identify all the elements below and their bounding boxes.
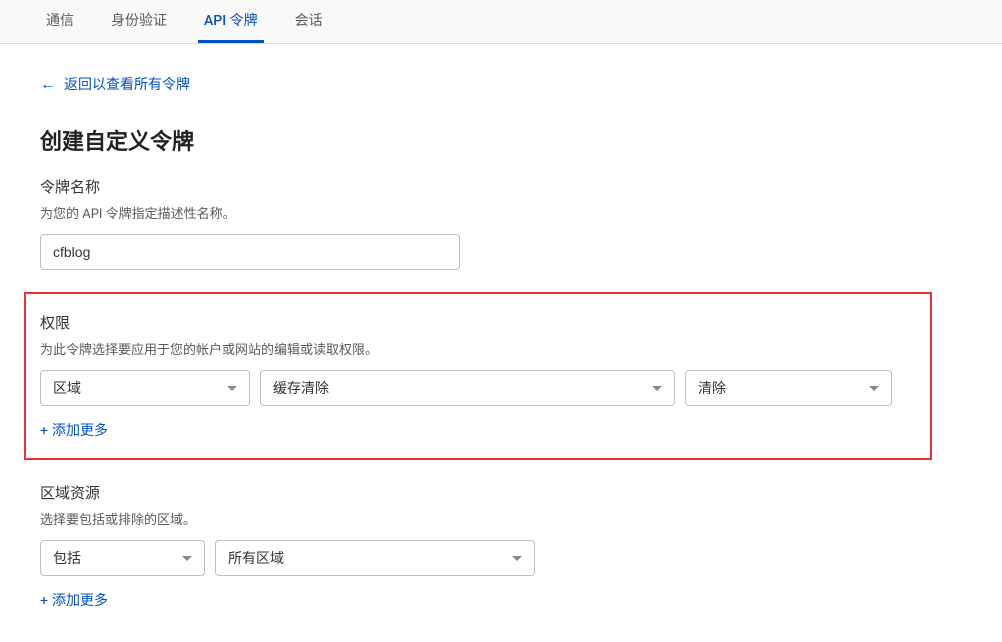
permissions-desc: 为此令牌选择要应用于您的帐户或网站的编辑或读取权限。 <box>40 339 916 358</box>
permissions-type-value: 缓存清除 <box>273 378 329 398</box>
chevron-down-icon <box>512 556 522 561</box>
tab-communication[interactable]: 通信 <box>40 0 80 43</box>
token-name-input[interactable] <box>40 234 460 270</box>
chevron-down-icon <box>869 386 879 391</box>
plus-icon: + <box>40 423 48 439</box>
permissions-level-value: 清除 <box>698 378 726 398</box>
tab-identity[interactable]: 身份验证 <box>105 0 173 43</box>
chevron-down-icon <box>227 386 237 391</box>
zone-resources-desc: 选择要包括或排除的区域。 <box>40 509 962 528</box>
permissions-row: 区域 缓存清除 清除 <box>40 370 916 406</box>
permissions-label: 权限 <box>40 312 916 333</box>
main-content: ← 返回以查看所有令牌 创建自定义令牌 令牌名称 为您的 API 令牌指定描述性… <box>0 44 1002 642</box>
back-link[interactable]: ← 返回以查看所有令牌 <box>40 74 190 94</box>
zone-resources-row: 包括 所有区域 <box>40 540 962 576</box>
permissions-add-more-label: 添加更多 <box>52 423 108 439</box>
permissions-type-select[interactable]: 缓存清除 <box>260 370 675 406</box>
zone-add-more[interactable]: +添加更多 <box>40 590 108 610</box>
chevron-down-icon <box>182 556 192 561</box>
tabs-bar: 通信 身份验证 API 令牌 会话 <box>0 0 1002 44</box>
plus-icon: + <box>40 593 48 609</box>
token-name-section: 令牌名称 为您的 API 令牌指定描述性名称。 <box>40 176 962 270</box>
token-name-desc: 为您的 API 令牌指定描述性名称。 <box>40 203 962 222</box>
permissions-add-more[interactable]: +添加更多 <box>40 420 108 440</box>
zone-include-select[interactable]: 包括 <box>40 540 205 576</box>
permissions-scope-value: 区域 <box>53 378 81 398</box>
permissions-level-select[interactable]: 清除 <box>685 370 892 406</box>
zone-add-more-label: 添加更多 <box>52 593 108 609</box>
token-name-label: 令牌名称 <box>40 176 962 197</box>
tab-sessions[interactable]: 会话 <box>289 0 329 43</box>
zone-resources-label: 区域资源 <box>40 482 962 503</box>
tab-api-tokens[interactable]: API 令牌 <box>198 0 264 43</box>
zone-area-value: 所有区域 <box>228 548 284 568</box>
arrow-left-icon: ← <box>40 74 56 94</box>
chevron-down-icon <box>652 386 662 391</box>
zone-include-value: 包括 <box>53 548 81 568</box>
zone-resources-section: 区域资源 选择要包括或排除的区域。 包括 所有区域 +添加更多 <box>40 482 962 610</box>
back-link-label: 返回以查看所有令牌 <box>64 74 190 94</box>
permissions-scope-select[interactable]: 区域 <box>40 370 250 406</box>
zone-area-select[interactable]: 所有区域 <box>215 540 535 576</box>
permissions-highlight: 权限 为此令牌选择要应用于您的帐户或网站的编辑或读取权限。 区域 缓存清除 清除… <box>24 292 932 460</box>
page-title: 创建自定义令牌 <box>40 124 962 156</box>
